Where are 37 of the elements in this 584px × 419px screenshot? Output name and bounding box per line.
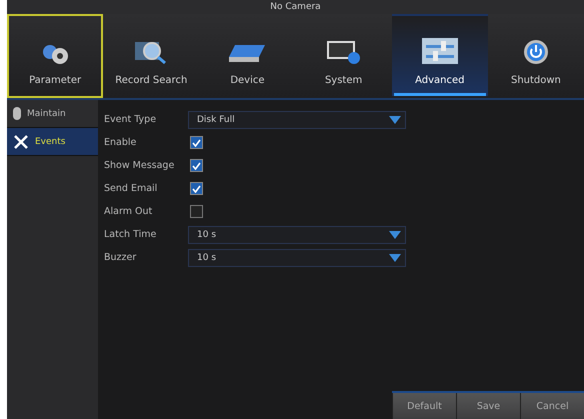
field-label: Send Email — [104, 183, 158, 194]
tab[interactable]: Device — [199, 14, 296, 98]
window-title: No Camera — [270, 2, 321, 12]
checkbox[interactable] — [190, 159, 203, 172]
checkbox[interactable] — [190, 136, 203, 149]
tab[interactable]: Advanced — [392, 14, 488, 98]
power-icon — [522, 39, 549, 65]
dropdown-arrow-icon — [389, 116, 401, 124]
mouse-icon — [13, 107, 21, 120]
hard-drive-icon — [227, 43, 268, 65]
sliders-icon — [420, 37, 459, 65]
checkbox[interactable] — [190, 182, 203, 195]
dropdown[interactable]: 10 s — [188, 226, 406, 244]
sidebar-item[interactable]: Events — [7, 128, 98, 156]
monitor-info-icon — [326, 39, 362, 65]
action-button[interactable]: Save — [456, 393, 520, 419]
tab[interactable]: Shutdown — [488, 14, 584, 98]
checkbox[interactable] — [190, 205, 203, 218]
dropdown[interactable]: 10 s — [188, 248, 406, 266]
magnifier-icon — [134, 39, 168, 65]
action-button[interactable]: Cancel — [520, 393, 584, 419]
field-label: Show Message — [104, 160, 176, 171]
checkmark-icon — [192, 162, 201, 170]
dropdown-arrow-icon — [389, 230, 401, 238]
field-label: Event Type — [104, 114, 158, 125]
checkmark-icon — [192, 184, 201, 192]
field-label: Alarm Out — [104, 206, 154, 217]
field-label: Latch Time — [104, 229, 158, 240]
field-label: Enable — [104, 137, 138, 148]
tab[interactable]: Parameter — [7, 14, 104, 98]
tab[interactable]: Record Search — [103, 14, 200, 98]
action-button[interactable]: Default — [392, 393, 456, 419]
dropdown-arrow-icon — [389, 254, 401, 262]
field-label: Buzzer — [104, 252, 138, 263]
tab[interactable]: System — [296, 14, 392, 98]
dropdown[interactable]: Disk Full — [188, 110, 406, 128]
checkmark-icon — [192, 138, 201, 146]
